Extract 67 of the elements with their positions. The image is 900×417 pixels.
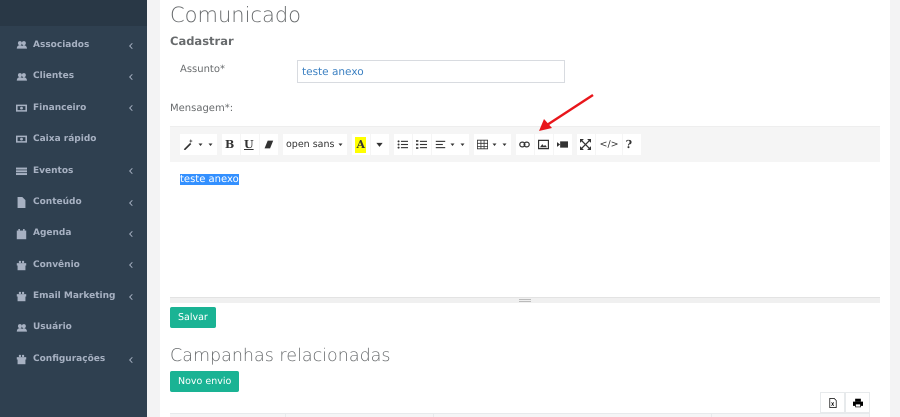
sidebar-item[interactable]: Financeiro [0, 92, 147, 124]
toolbar-button[interactable] [180, 134, 217, 156]
list-icon [16, 166, 27, 177]
caret-icon [207, 141, 214, 148]
money-icon [16, 102, 27, 114]
toolbar-button[interactable]: ? [622, 134, 641, 156]
excel-export-icon [828, 398, 838, 408]
money-icon [16, 134, 27, 146]
sidebar-item[interactable]: Configurações [0, 344, 147, 376]
field-label: Mensagem*: [170, 102, 234, 116]
caret-icon [459, 141, 466, 148]
gift-icon [16, 354, 27, 366]
gift-icon [16, 260, 27, 271]
sidebar-item[interactable]: Conteúdo [0, 186, 147, 218]
magic-wand-icon [183, 139, 194, 150]
users-icon [16, 40, 27, 52]
toolbar-button[interactable] [432, 134, 470, 156]
page-title: Comunicado [170, 2, 302, 29]
toolbar-button[interactable]: </> [596, 134, 622, 156]
toolbar-button[interactable]: A [352, 134, 370, 156]
print-icon [852, 398, 862, 408]
toolbar-button[interactable] [260, 134, 278, 156]
sidebar-item[interactable]: Clientes [0, 61, 147, 93]
annotation-arrow [537, 93, 595, 133]
section-title: Campanhas relacionadas [170, 346, 392, 368]
users-icon [16, 322, 27, 334]
field-label: Assunto* [180, 63, 226, 78]
toolbar-button[interactable]: B [222, 134, 240, 156]
align-icon [435, 139, 446, 150]
toolbar-button[interactable]: open sans [283, 134, 348, 156]
users-icon [16, 72, 27, 83]
toolbar-button[interactable] [413, 134, 432, 156]
save-button[interactable]: Salvar [170, 307, 216, 328]
subject-field[interactable]: teste anexo [297, 60, 565, 84]
sidebar-item[interactable]: Convênio [0, 250, 147, 282]
toolbar-button[interactable] [516, 134, 534, 156]
gift-icon [16, 291, 27, 302]
toolbar-button[interactable] [845, 392, 870, 414]
calendar-icon [16, 228, 27, 240]
toolbar-button[interactable] [535, 134, 554, 156]
file-icon [16, 197, 27, 208]
toolbar-button[interactable] [371, 134, 390, 156]
section-title: Cadastrar [170, 33, 235, 50]
bullet-list-icon [397, 139, 408, 150]
toolbar-button[interactable] [554, 134, 572, 156]
fullscreen-icon [580, 139, 592, 150]
toolbar-button[interactable] [577, 134, 596, 156]
new-send-button[interactable]: Novo envio [170, 371, 240, 392]
sidebar-item[interactable]: Eventos [0, 156, 147, 187]
toolbar-button[interactable] [820, 392, 845, 414]
sidebar-item[interactable]: Associados [0, 30, 147, 62]
toolbar-button[interactable]: U [241, 134, 259, 156]
link-icon [519, 139, 530, 150]
caret-icon [501, 141, 508, 148]
eraser-icon [263, 139, 274, 150]
resize-handle[interactable] [170, 297, 880, 304]
image-icon [538, 139, 550, 150]
numbered-list-icon [416, 139, 428, 150]
toolbar-button[interactable] [394, 134, 412, 156]
sidebar-item[interactable]: Email Marketing [0, 281, 147, 313]
sidebar-item[interactable]: Usuário [0, 312, 147, 344]
sidebar-item[interactable]: Agenda [0, 218, 147, 250]
table-icon [477, 139, 488, 150]
video-icon [557, 139, 568, 150]
editor-text: teste anexo [180, 174, 239, 186]
toolbar-button[interactable] [474, 134, 512, 156]
sidebar-item[interactable]: Caixa rápido [0, 124, 147, 156]
